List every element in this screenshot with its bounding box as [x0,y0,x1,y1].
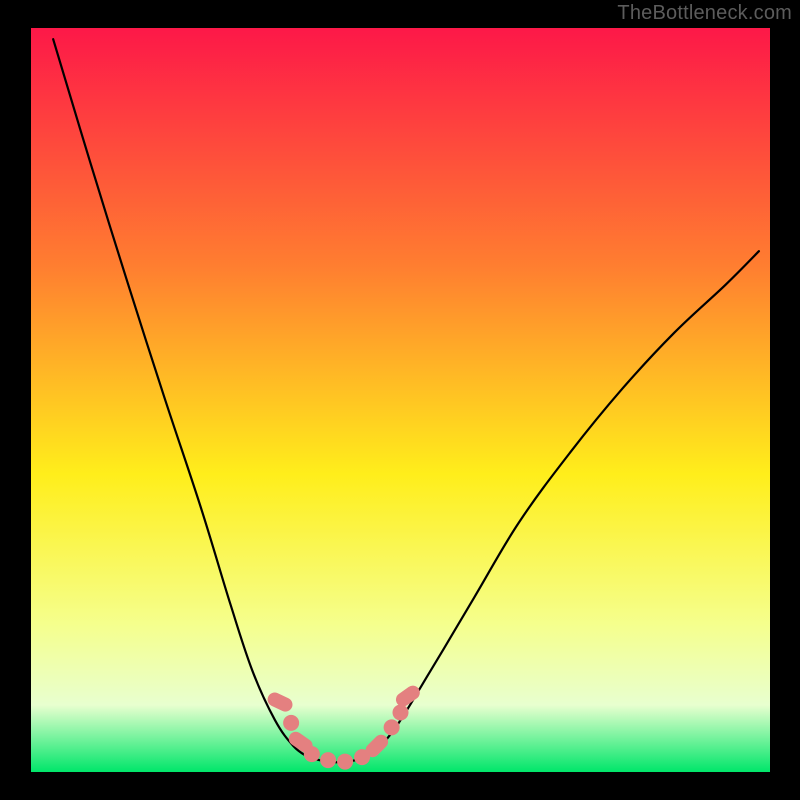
marker-dot-3 [304,746,320,762]
marker-dot-5 [337,754,353,770]
plot-background [31,28,770,772]
marker-dot-4 [320,752,336,768]
marker-dot-9 [393,704,409,720]
marker-dot-8 [384,719,400,735]
marker-dot-1 [283,715,299,731]
attribution-text: TheBottleneck.com [617,2,792,25]
bottleneck-chart [0,0,800,800]
